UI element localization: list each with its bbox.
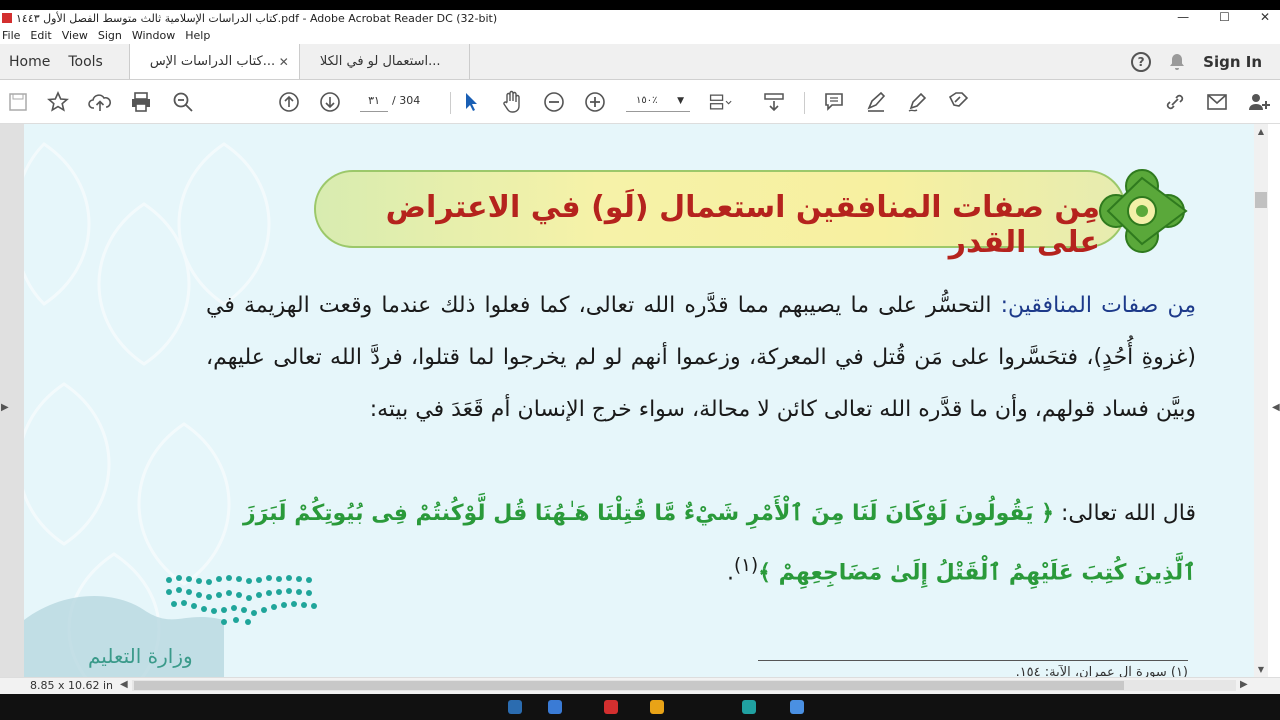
scroll-left-arrow-icon[interactable]: ◀: [120, 679, 128, 690]
menu-view[interactable]: View: [60, 29, 96, 42]
document-tab-active[interactable]: كتاب الدراسات الإس... ✕: [129, 44, 300, 79]
taskbar-app-icon[interactable]: [604, 700, 618, 714]
scroll-right-arrow-icon[interactable]: ▶: [1240, 679, 1248, 690]
draw-sign-icon[interactable]: [905, 90, 929, 114]
body-paragraph: مِن صفات المنافقين: التحسُّر على ما يصيب…: [206, 280, 1196, 436]
next-page-icon[interactable]: [318, 90, 342, 114]
menu-help[interactable]: Help: [183, 29, 218, 42]
menu-window[interactable]: Window: [130, 29, 183, 42]
ornament-icon: [1099, 169, 1188, 253]
zoom-level-select[interactable]: ١٥٠٪ ▼: [626, 90, 690, 112]
verse-end: .: [726, 560, 734, 586]
expand-left-pane-icon[interactable]: ▶: [1, 402, 9, 413]
page-layout-icon[interactable]: [708, 90, 732, 114]
zoom-search-icon[interactable]: [171, 90, 195, 114]
document-tab-label: كتاب الدراسات الإس...: [149, 54, 276, 69]
expand-right-pane-icon[interactable]: ◀: [1272, 402, 1280, 413]
menu-edit[interactable]: Edit: [28, 29, 59, 42]
menu-bar: File Edit View Sign Window Help: [0, 26, 1280, 44]
taskbar-app-icon[interactable]: [650, 700, 664, 714]
taskbar-app-icon[interactable]: [548, 700, 562, 714]
email-icon[interactable]: [1205, 90, 1229, 114]
link-share-icon[interactable]: [1163, 90, 1187, 114]
ministry-logo-text: وزارة التعليم: [88, 644, 193, 668]
save-icon[interactable]: [6, 90, 30, 114]
previous-page-icon[interactable]: [277, 90, 301, 114]
screen-top-edge: [0, 0, 1280, 10]
cloud-upload-icon[interactable]: [88, 90, 112, 114]
toolbar-divider: [450, 92, 451, 114]
menu-sign[interactable]: Sign: [96, 29, 130, 42]
bell-icon[interactable]: [1169, 53, 1185, 71]
close-tab-icon[interactable]: ✕: [279, 55, 289, 69]
window-title: كتاب الدراسات الإسلامية ثالث متوسط الفصل…: [16, 11, 498, 25]
section-label: مِن صفات المنافقين:: [1000, 293, 1196, 318]
toolbar-divider: [804, 92, 805, 114]
taskbar-app-icon[interactable]: [742, 700, 756, 714]
right-gutter: [1268, 124, 1280, 677]
scroll-down-arrow-icon[interactable]: ▼: [1255, 664, 1267, 676]
highlight-pen-icon[interactable]: [864, 90, 888, 114]
print-icon[interactable]: [129, 90, 153, 114]
page-title: مِن صفات المنافقين استعمال (لَو) في الاع…: [385, 190, 1100, 260]
zoom-level-value: ١٥٠٪: [636, 95, 658, 106]
zoom-out-icon[interactable]: [542, 90, 566, 114]
vertical-scrollbar-thumb[interactable]: [1255, 192, 1267, 208]
select-cursor-icon[interactable]: [459, 90, 483, 114]
taskbar-app-icon[interactable]: [790, 700, 804, 714]
os-taskbar: [0, 694, 1280, 720]
document-tab[interactable]: استعمال لو في الكلا...: [300, 44, 470, 79]
sign-in-button[interactable]: Sign In: [1203, 53, 1262, 71]
scroll-mode-icon[interactable]: [762, 90, 786, 114]
page-size-indicator: 8.85 x 10.62 in: [30, 679, 114, 692]
edit-share-icon[interactable]: [946, 90, 970, 114]
document-tab-label: استعمال لو في الكلا...: [319, 54, 441, 69]
tab-bar: Home Tools كتاب الدراسات الإس... ✕ استعم…: [0, 44, 1280, 80]
close-window-button[interactable]: ✕: [1260, 10, 1270, 24]
menu-file[interactable]: File: [0, 29, 28, 42]
help-icon[interactable]: ?: [1131, 51, 1152, 72]
taskbar-app-icon[interactable]: [508, 700, 522, 714]
horizontal-scrollbar-thumb[interactable]: [134, 681, 1124, 690]
page-total: / 304: [392, 94, 421, 107]
acrobat-app-icon: [2, 13, 12, 23]
acrobat-window: كتاب الدراسات الإسلامية ثالث متوسط الفصل…: [0, 0, 1280, 720]
hand-tool-icon[interactable]: [500, 90, 524, 114]
footnote-marker: (١): [733, 555, 759, 576]
title-bar: كتاب الدراسات الإسلامية ثالث متوسط الفصل…: [0, 10, 1280, 26]
minimize-button[interactable]: —: [1177, 10, 1189, 24]
chevron-down-icon: ▼: [677, 96, 684, 106]
zoom-in-icon[interactable]: [583, 90, 607, 114]
tab-home[interactable]: Home: [0, 44, 59, 79]
footnote-text: (١) سورة آل عمران، الآية: ١٥٤.: [1015, 665, 1188, 677]
maximize-button[interactable]: ☐: [1219, 10, 1230, 24]
comment-icon[interactable]: [822, 90, 846, 114]
viewer-left-margin: [0, 124, 24, 677]
scroll-up-arrow-icon[interactable]: ▲: [1255, 126, 1267, 138]
page-number-input[interactable]: ٣١: [360, 90, 388, 112]
footnote-divider: [758, 660, 1188, 661]
add-user-icon[interactable]: [1247, 90, 1271, 114]
verse-intro: قال الله تعالى:: [1054, 501, 1196, 526]
bookmark-star-icon[interactable]: [46, 90, 70, 114]
tab-tools[interactable]: Tools: [59, 44, 130, 79]
quran-verse-block: قال الله تعالى: ﴿ يَقُولُونَ لَوْكَانَ ل…: [206, 488, 1196, 599]
